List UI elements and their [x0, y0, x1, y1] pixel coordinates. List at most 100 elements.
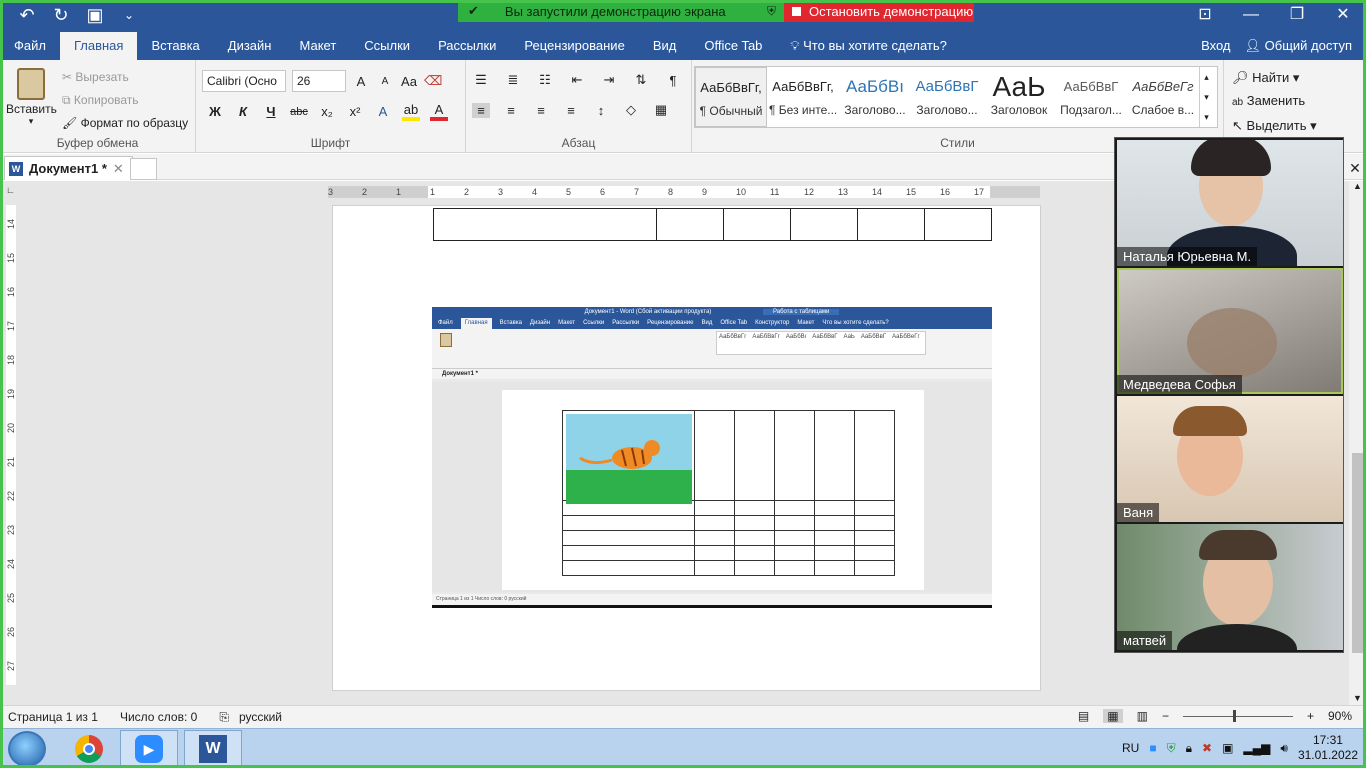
grow-font-button[interactable]: A: [352, 74, 370, 89]
undo-icon[interactable]: ↶: [16, 4, 38, 26]
line-spacing-icon[interactable]: ↕: [592, 103, 610, 118]
close-panel-icon[interactable]: ✕: [1347, 160, 1363, 176]
style-normal[interactable]: АаБбВвГг, ¶ Обычный: [695, 67, 767, 127]
tab-design[interactable]: Дизайн: [214, 32, 286, 60]
style-title[interactable]: АаЬ Заголовок: [983, 67, 1055, 127]
taskbar-chrome[interactable]: [60, 730, 118, 768]
tab-office-tab[interactable]: Office Tab: [690, 32, 776, 60]
text-effects-icon[interactable]: A: [374, 104, 392, 119]
table-cell[interactable]: [924, 208, 992, 241]
table-cell[interactable]: [433, 208, 657, 241]
tab-layout[interactable]: Макет: [285, 32, 350, 60]
zoom-knob[interactable]: [1232, 709, 1236, 722]
zoom-slider[interactable]: [1182, 709, 1293, 722]
print-layout-icon[interactable]: ▦: [1103, 709, 1123, 723]
input-language[interactable]: RU: [1122, 741, 1139, 755]
document-table[interactable]: [433, 208, 992, 241]
cut-button[interactable]: ✂ Вырезать: [62, 66, 188, 89]
language[interactable]: русский: [239, 710, 282, 725]
tab-insert[interactable]: Вставка: [137, 32, 213, 60]
tab-stop-selector[interactable]: ∟: [6, 185, 16, 195]
tab-view[interactable]: Вид: [639, 32, 691, 60]
bullets-icon[interactable]: ☰: [472, 72, 490, 88]
ribbon-display-icon[interactable]: ⊡: [1182, 0, 1228, 30]
page-count[interactable]: Страница 1 из 1: [8, 710, 98, 725]
close-tab-icon[interactable]: ✕: [113, 161, 124, 177]
bold-button[interactable]: Ж: [206, 104, 224, 119]
justify-icon[interactable]: ≡: [562, 103, 580, 118]
pilcrow-icon[interactable]: ¶: [664, 73, 682, 88]
zoom-level[interactable]: 90%: [1328, 709, 1352, 723]
video-tile-active-speaker[interactable]: Медведева Софья: [1117, 268, 1343, 394]
align-right-icon[interactable]: ≡: [532, 103, 550, 118]
replace-button[interactable]: ab Заменить: [1232, 89, 1317, 114]
lock-icon[interactable]: 🔒︎: [1186, 741, 1192, 756]
font-size-combo[interactable]: 26: [292, 70, 346, 92]
table-cell[interactable]: [790, 208, 858, 241]
tab-file[interactable]: Файл: [0, 32, 60, 60]
read-mode-icon[interactable]: ▤: [1078, 709, 1089, 723]
table-cell[interactable]: [656, 208, 724, 241]
highlight-icon[interactable]: ab: [402, 102, 420, 121]
video-tile[interactable]: Наталья Юрьевна М.: [1117, 140, 1343, 266]
customize-qat-icon[interactable]: ⌄: [118, 4, 140, 26]
zoom-in-icon[interactable]: +: [1307, 709, 1314, 723]
copy-button[interactable]: ⧉ Копировать: [62, 89, 188, 112]
style-subtle-emphasis[interactable]: АаБбВеГг Слабое в...: [1127, 67, 1199, 127]
subscript-button[interactable]: x₂: [318, 104, 336, 119]
style-no-spacing[interactable]: АаБбВвГг, ¶ Без инте...: [767, 67, 839, 127]
align-center-icon[interactable]: ≡: [502, 103, 520, 118]
scroll-thumb[interactable]: [1352, 453, 1363, 653]
new-tab-button[interactable]: [130, 158, 157, 180]
taskbar-word[interactable]: W: [184, 730, 242, 768]
video-tile[interactable]: матвей: [1117, 524, 1343, 650]
restore-button[interactable]: ❐: [1274, 0, 1320, 30]
clock[interactable]: 17:31 31.01.2022: [1298, 733, 1358, 763]
start-button[interactable]: [8, 731, 46, 767]
find-button[interactable]: 🔎︎ Найти ▾: [1232, 66, 1317, 89]
tab-references[interactable]: Ссылки: [350, 32, 424, 60]
change-case-button[interactable]: Aa: [400, 74, 418, 89]
shading-icon[interactable]: ◇: [622, 102, 640, 118]
tab-review[interactable]: Рецензирование: [510, 32, 638, 60]
shrink-font-button[interactable]: A: [376, 76, 394, 87]
superscript-button[interactable]: x²: [346, 104, 364, 119]
strikethrough-button[interactable]: abc: [290, 106, 308, 118]
style-heading-2[interactable]: АаБбВвГ Заголово...: [911, 67, 983, 127]
taskbar-zoom[interactable]: ▶: [120, 730, 178, 768]
tell-me-search[interactable]: 💡︎ Что вы хотите сделать?: [790, 32, 946, 60]
signal-icon[interactable]: ▂▄▆: [1243, 741, 1270, 755]
zoom-out-icon[interactable]: −: [1162, 709, 1169, 723]
increase-indent-icon[interactable]: ⇥: [600, 72, 618, 88]
redo-icon[interactable]: ↻: [50, 4, 72, 26]
device-icon[interactable]: ▣: [1222, 741, 1233, 755]
format-painter-button[interactable]: 🖌︎ Формат по образцу: [62, 112, 188, 135]
font-color-icon[interactable]: A: [430, 102, 448, 121]
zoom-tray-icon[interactable]: ■: [1149, 741, 1156, 755]
font-name-combo[interactable]: Calibri (Осно: [202, 70, 286, 92]
signin-link[interactable]: Вход: [1201, 32, 1230, 60]
scroll-up-icon[interactable]: ▲: [1349, 181, 1366, 191]
security-icon[interactable]: ⛨: [1167, 741, 1176, 756]
vertical-scrollbar[interactable]: ▲ ▼: [1349, 181, 1366, 705]
web-layout-icon[interactable]: ▥: [1137, 709, 1148, 723]
network-error-icon[interactable]: ✖: [1202, 741, 1212, 755]
scroll-down-icon[interactable]: ▼: [1349, 693, 1366, 703]
table-cell[interactable]: [723, 208, 791, 241]
multilevel-list-icon[interactable]: ☷: [536, 72, 554, 88]
styles-scroll[interactable]: ▴ ▾ ▾: [1199, 67, 1213, 127]
numbering-icon[interactable]: ≣: [504, 72, 522, 88]
proofing-icon[interactable]: ⎘: [219, 710, 229, 725]
volume-icon[interactable]: 🔊︎: [1280, 741, 1288, 756]
save-icon[interactable]: ▣: [84, 4, 106, 26]
style-heading-1[interactable]: АаБбВı Заголово...: [839, 67, 911, 127]
word-count[interactable]: Число слов: 0: [120, 710, 197, 725]
clear-format-icon[interactable]: ⌫: [424, 73, 442, 89]
stop-share-button[interactable]: Остановить демонстрацию: [784, 0, 974, 22]
style-subtitle[interactable]: АаБбВвГ Подзагол...: [1055, 67, 1127, 127]
select-button[interactable]: ↖ Выделить ▾: [1232, 114, 1317, 137]
sort-icon[interactable]: ⇅: [632, 72, 650, 88]
video-tile[interactable]: Ваня: [1117, 396, 1343, 522]
paste-button[interactable]: Вставить ▾: [6, 64, 57, 127]
close-button[interactable]: ✕: [1320, 0, 1366, 30]
